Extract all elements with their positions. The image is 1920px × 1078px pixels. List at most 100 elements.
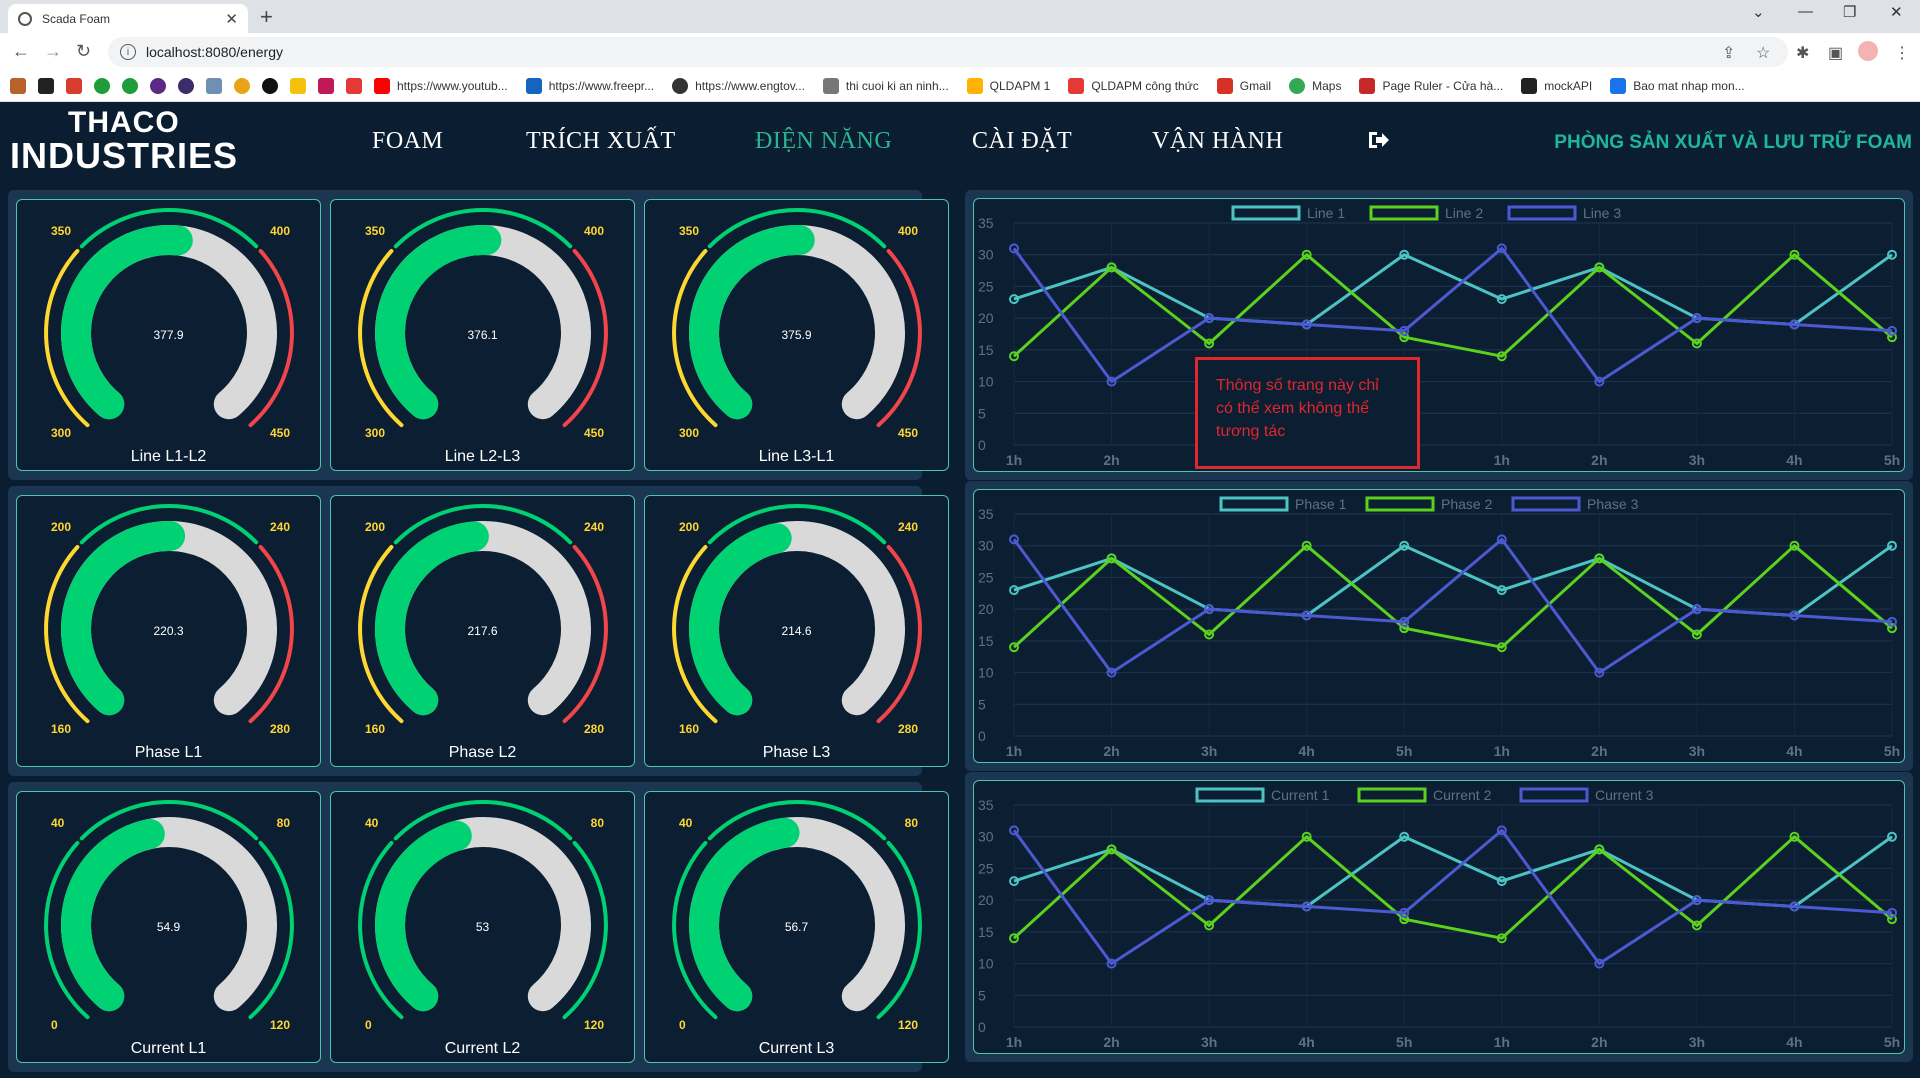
back-icon[interactable]: ←	[12, 41, 30, 62]
star-icon[interactable]: ☆	[1756, 43, 1770, 63]
logout-icon[interactable]	[1366, 128, 1390, 152]
legend-label[interactable]: Current 3	[1595, 787, 1654, 803]
x-tick-label: 3h	[1201, 743, 1217, 759]
restore-icon[interactable]: ❐	[1843, 3, 1856, 21]
legend-swatch[interactable]	[1231, 205, 1301, 221]
gauge-card: 200 240 160 280 217.6 Phase L2	[330, 495, 635, 767]
bookmark-app-icon[interactable]	[122, 78, 138, 94]
share-icon[interactable]: ⇪	[1722, 43, 1735, 63]
browser-tab[interactable]: Scada Foam ✕	[8, 4, 248, 33]
bookmark-app-icon[interactable]	[66, 78, 82, 94]
legend-label[interactable]: Current 1	[1271, 787, 1330, 803]
app-header: THACO INDUSTRIES FOAM TRÍCH XUẤT ĐIỆN NĂ…	[0, 102, 1920, 182]
bookmark-item[interactable]: https://www.youtub...	[374, 78, 508, 94]
bookmark-icon	[822, 78, 839, 94]
legend-swatch[interactable]	[1507, 205, 1577, 221]
forward-icon[interactable]: →	[44, 41, 62, 62]
legend-swatch[interactable]	[1369, 205, 1439, 221]
bookmark-item[interactable]: Maps	[1289, 78, 1341, 94]
gauge-fill	[689, 523, 792, 716]
gauge-zone-max-label: 80	[590, 816, 604, 830]
gauge-min-label: 0	[365, 1018, 372, 1032]
y-tick-label: 35	[978, 506, 994, 522]
gauge-zone-max-label: 400	[269, 224, 290, 238]
legend-label[interactable]: Phase 3	[1587, 496, 1639, 512]
x-tick-label: 2h	[1103, 1034, 1119, 1050]
minimize-icon[interactable]: —	[1798, 3, 1813, 20]
gauge-fill	[61, 520, 186, 716]
menu-van-hanh[interactable]: VẬN HÀNH	[1152, 128, 1283, 155]
bookmark-app-icon[interactable]	[10, 78, 26, 94]
menu-dots-icon[interactable]: ⋮	[1894, 43, 1910, 63]
bookmark-app-icon[interactable]	[178, 78, 194, 94]
legend-label[interactable]: Line 3	[1583, 205, 1621, 221]
info-icon[interactable]: i	[120, 44, 136, 60]
bookmark-item[interactable]: Gmail	[1216, 78, 1271, 94]
new-tab-icon[interactable]: +	[260, 4, 273, 30]
y-tick-label: 0	[978, 437, 986, 453]
legend-label[interactable]: Phase 2	[1441, 496, 1493, 512]
bookmark-item[interactable]: QLDAPM 1	[966, 78, 1050, 94]
bookmark-item[interactable]: mockAPI	[1521, 78, 1592, 94]
gauge-card: 200 240 160 280 214.6 Phase L3	[644, 495, 949, 767]
x-tick-label: 5h	[1884, 743, 1900, 759]
address-bar[interactable]: i localhost:8080/energy	[108, 37, 1788, 67]
bookmark-item[interactable]: Page Ruler - Cửa hà...	[1359, 78, 1503, 94]
menu-dien-nang[interactable]: ĐIỆN NĂNG	[755, 128, 892, 155]
bookmark-app-icon[interactable]	[346, 78, 362, 94]
bookmark-app-icon[interactable]	[234, 78, 250, 94]
company-logo[interactable]: THACO INDUSTRIES	[10, 108, 238, 174]
legend-swatch[interactable]	[1511, 496, 1581, 512]
chevron-down-icon[interactable]: ⌄	[1752, 3, 1765, 21]
menu-trich-xuat[interactable]: TRÍCH XUẤT	[526, 128, 676, 155]
legend-label[interactable]: Phase 1	[1295, 496, 1347, 512]
x-tick-label: 2h	[1103, 452, 1119, 468]
close-icon[interactable]: ✕	[225, 10, 238, 28]
legend-swatch[interactable]	[1357, 787, 1427, 803]
chart-svg: 051015202530351h2h3h4h5h1h2h3h4h5hLine 1…	[978, 205, 1900, 468]
bookmark-label: mockAPI	[1544, 79, 1593, 93]
bookmark-app-icon[interactable]	[290, 78, 306, 94]
series-line	[1012, 544, 1893, 649]
close-window-icon[interactable]: ✕	[1890, 3, 1903, 21]
gauge-label: Phase L2	[448, 744, 517, 761]
x-tick-label: 3h	[1689, 1034, 1705, 1050]
gauge-value: 375.9	[781, 328, 812, 342]
menu-foam[interactable]: FOAM	[372, 128, 443, 155]
gauge-fill	[689, 224, 815, 420]
x-tick-label: 1h	[1494, 743, 1510, 759]
series-line	[1012, 828, 1893, 966]
bookmark-app-icon[interactable]	[94, 78, 110, 94]
reload-icon[interactable]: ↻	[76, 41, 91, 62]
logo-line2: INDUSTRIES	[10, 135, 239, 176]
y-tick-label: 15	[978, 924, 994, 940]
legend-label[interactable]: Line 2	[1445, 205, 1483, 221]
y-tick-label: 25	[978, 278, 994, 294]
legend-swatch[interactable]	[1365, 496, 1435, 512]
legend-label[interactable]: Current 2	[1433, 787, 1492, 803]
bookmark-item[interactable]: https://www.engtov...	[672, 78, 805, 94]
sidepanel-icon[interactable]: ▣	[1828, 43, 1843, 63]
bookmark-item[interactable]: thi cuoi ki an ninh...	[822, 78, 949, 94]
gauge-label: Current L2	[444, 1040, 521, 1057]
legend-swatch[interactable]	[1519, 787, 1589, 803]
logo-line1: THACO	[68, 106, 180, 139]
bookmark-label: QLDAPM công thức	[1091, 79, 1199, 93]
bookmark-app-icon[interactable]	[206, 78, 222, 94]
menu-cai-dat[interactable]: CÀI ĐẶT	[972, 128, 1072, 155]
legend-swatch[interactable]	[1195, 787, 1265, 803]
bookmark-app-icon[interactable]	[318, 78, 334, 94]
bookmark-app-icon[interactable]	[150, 78, 166, 94]
legend-label[interactable]: Line 1	[1307, 205, 1345, 221]
bookmark-item[interactable]: QLDAPM công thức	[1068, 78, 1199, 94]
y-tick-label: 25	[978, 569, 994, 585]
legend-swatch[interactable]	[1219, 496, 1289, 512]
bookmark-icon	[966, 78, 983, 94]
bookmark-item[interactable]: Bao mat nhap mon...	[1610, 78, 1745, 94]
bookmark-app-icon[interactable]	[38, 78, 54, 94]
github-icon[interactable]	[262, 78, 278, 94]
extensions-icon[interactable]: ✱	[1796, 43, 1809, 63]
gauge-value: 53	[475, 920, 490, 934]
avatar[interactable]	[1858, 41, 1878, 61]
bookmark-item[interactable]: https://www.freepr...	[525, 78, 654, 94]
